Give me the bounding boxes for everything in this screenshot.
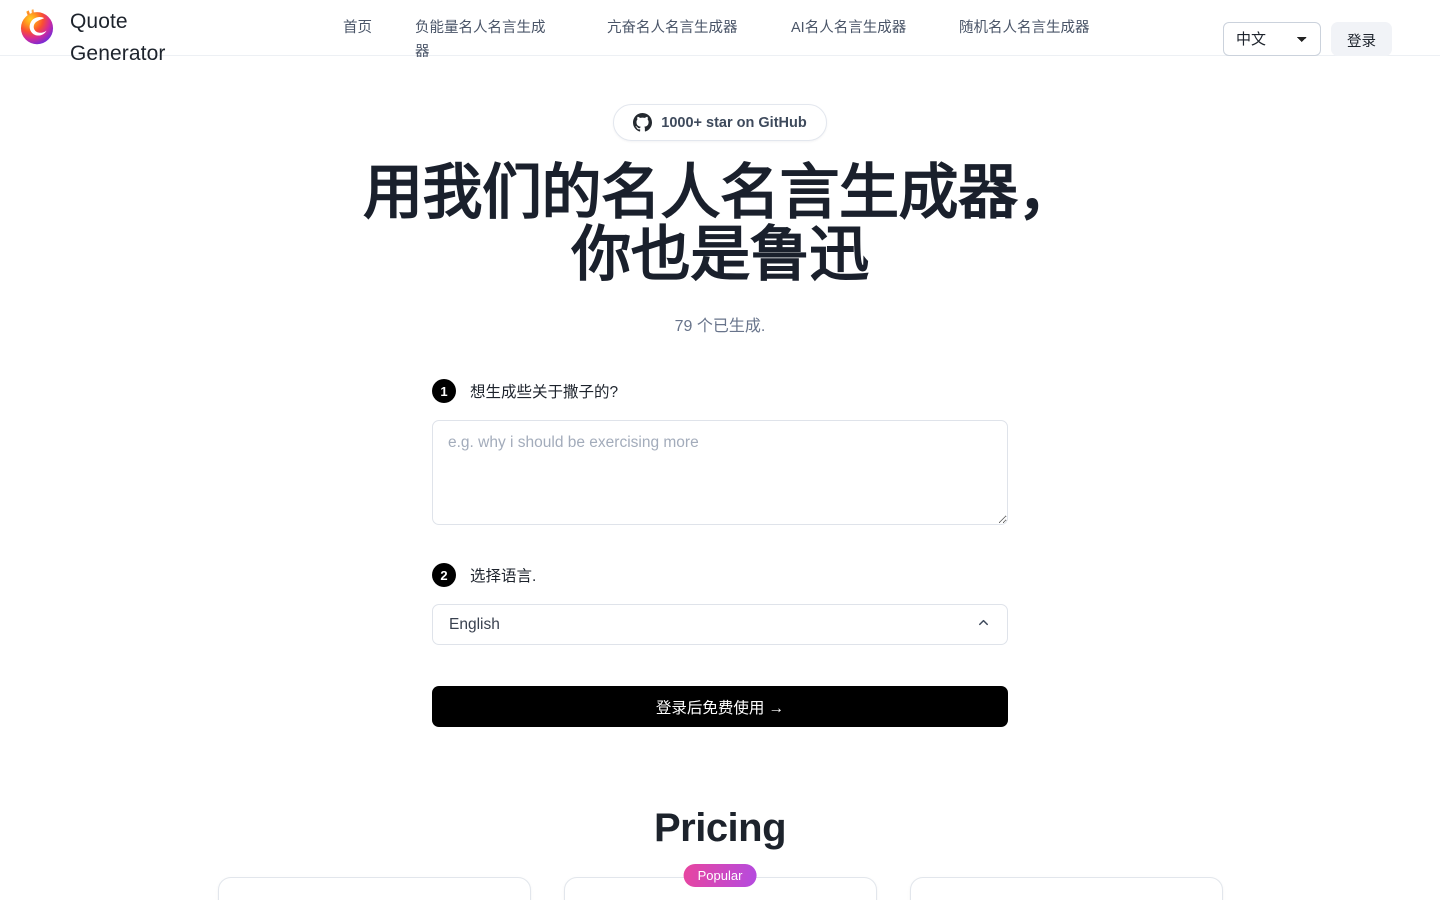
login-button[interactable]: 登录	[1331, 22, 1392, 56]
language-select[interactable]: 中文 English	[1223, 22, 1321, 56]
generate-cta-button[interactable]: 登录后免费使用 →	[432, 686, 1008, 727]
generator-form: 1 想生成些关于撒子的? 2 选择语言. English 登录后免费使用 →	[432, 336, 1008, 727]
pricing-section: Pricing Popular	[0, 806, 1440, 900]
brand-name: Quote Generator	[70, 10, 166, 65]
site-header: Quote Generator 首页 负能量名人名言生成器 亢奋名人名言生成器 …	[0, 0, 1440, 65]
nav-item-random[interactable]: 随机名人名言生成器	[959, 16, 1101, 40]
hero-section: 1000+ star on GitHub 用我们的名人名言生成器，你也是鲁迅 7…	[0, 56, 1440, 727]
prompt-input[interactable]	[432, 420, 1008, 525]
nav-item-excited[interactable]: 亢奋名人名言生成器	[607, 16, 749, 40]
page-title: 用我们的名人名言生成器，你也是鲁迅	[363, 159, 1078, 288]
pricing-card-1[interactable]	[217, 877, 531, 900]
step-2-label: 选择语言.	[470, 568, 537, 585]
main-navigation: 首页 负能量名人名言生成器 亢奋名人名言生成器 AI名人名言生成器 随机名人名言…	[300, 0, 1223, 64]
brand-logo-link[interactable]: Quote Generator	[0, 0, 300, 70]
pricing-card-3[interactable]	[909, 877, 1223, 900]
language-dropdown-value: English	[449, 615, 500, 633]
popular-badge: Popular	[683, 864, 757, 887]
github-icon	[633, 113, 653, 132]
chevron-up-icon	[976, 615, 991, 635]
header-actions: 中文 English 登录	[1223, 0, 1440, 56]
step-1-badge: 1	[432, 379, 456, 403]
pricing-title: Pricing	[653, 806, 787, 850]
step-2-badge: 2	[432, 563, 456, 587]
github-star-badge[interactable]: 1000+ star on GitHub	[613, 104, 827, 141]
nav-item-ai[interactable]: AI名人名言生成器	[791, 16, 919, 40]
pricing-cards: Popular	[0, 864, 1440, 900]
language-dropdown[interactable]: English	[432, 604, 1008, 645]
nav-item-home[interactable]: 首页	[343, 16, 415, 40]
step-1-label: 想生成些关于撒子的?	[470, 384, 619, 401]
firefox-swirl-logo-icon	[18, 8, 56, 46]
step-2-row: 2 选择语言.	[432, 563, 1008, 587]
step-1-row: 1 想生成些关于撒子的?	[432, 379, 1008, 403]
nav-item-negative[interactable]: 负能量名人名言生成器	[415, 16, 557, 64]
generated-count: 79 个已生成.	[674, 318, 766, 335]
github-badge-label: 1000+ star on GitHub	[661, 114, 807, 131]
pricing-card-2[interactable]: Popular	[563, 864, 877, 900]
